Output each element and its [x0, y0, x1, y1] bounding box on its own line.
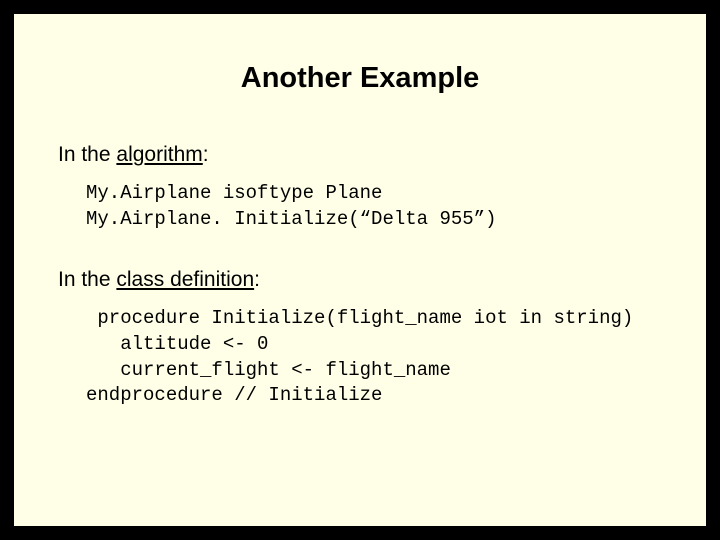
- code-block-algorithm: My.Airplane isoftype Plane My.Airplane. …: [86, 181, 662, 232]
- section1-lead: In the: [58, 143, 116, 166]
- code-block-classdef: procedure Initialize(flight_name iot in …: [86, 306, 662, 409]
- section2-lead: In the: [58, 268, 116, 291]
- section-heading-algorithm: In the algorithm:: [58, 143, 662, 167]
- slide: Another Example In the algorithm: My.Air…: [12, 12, 708, 528]
- section1-tail: :: [203, 143, 209, 166]
- section2-underlined: class definition: [116, 268, 254, 291]
- section-heading-classdef: In the class definition:: [58, 268, 662, 292]
- section1-underlined: algorithm: [116, 143, 202, 166]
- section2-tail: :: [254, 268, 260, 291]
- slide-title: Another Example: [58, 62, 662, 95]
- slide-frame: Another Example In the algorithm: My.Air…: [0, 0, 720, 540]
